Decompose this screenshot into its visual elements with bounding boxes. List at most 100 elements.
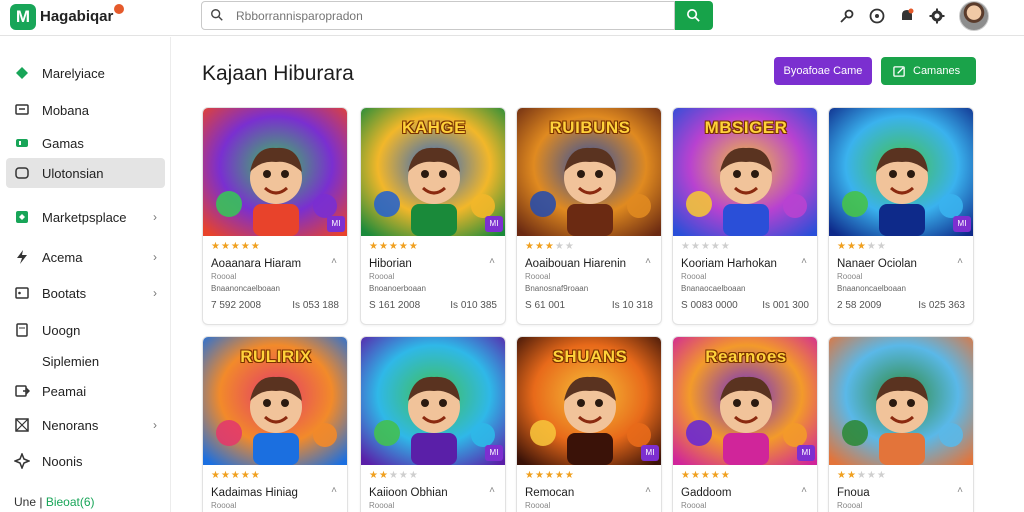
network-icon xyxy=(15,418,29,432)
game-logo-title: MBSIGER xyxy=(704,118,788,137)
game-title: Nanaer Ociolan xyxy=(837,258,917,270)
game-stat-left: 2 58 2009 xyxy=(837,300,882,311)
key-icon[interactable] xyxy=(838,7,856,25)
chevron-up-icon[interactable]: ˄ xyxy=(645,256,651,267)
game-card[interactable]: KAHGE MI ★★★★★ Hiborian Roooal Bnoanoerboaan S… xyxy=(360,107,506,325)
star-rating: ★★★★★ xyxy=(369,470,419,481)
game-thumbnail[interactable]: MI xyxy=(361,337,505,465)
sidebar-item-uoogn[interactable]: Uoogn xyxy=(6,315,165,345)
game-stat-left: 7 592 2008 xyxy=(211,300,262,311)
sidebar-item-active[interactable]: Ulotonsian xyxy=(6,158,165,188)
sidebar-item-label: Uoogn xyxy=(42,323,81,338)
game-thumbnail[interactable]: MBSIGER xyxy=(673,108,817,236)
chevron-up-icon[interactable]: ˄ xyxy=(957,256,963,267)
game-meta: Bnanosnaf9roaan xyxy=(525,284,589,293)
sidebar-item-games[interactable]: Gamas xyxy=(6,128,165,158)
button-label: Camanes xyxy=(913,65,961,77)
game-thumbnail[interactable]: KAHGE MI xyxy=(361,108,505,236)
game-stat-right: Is 025 363 xyxy=(918,300,965,311)
chevron-up-icon[interactable]: ˄ xyxy=(331,256,337,267)
game-thumbnail[interactable] xyxy=(829,337,973,465)
sidebar-item-mobana[interactable]: Mobana xyxy=(6,95,165,125)
chevron-up-icon[interactable]: ˄ xyxy=(331,485,337,496)
sidebar-item-bootats[interactable]: Bootats › xyxy=(6,278,165,308)
game-thumbnail[interactable]: Rearnoes MI xyxy=(673,337,817,465)
game-card[interactable]: MBSIGER ★★★★★ Kooriam Harhokan Roooal Bnanao… xyxy=(672,107,818,325)
game-subtitle: Roooal xyxy=(369,501,395,510)
game-logo-title: SHUANS xyxy=(552,347,628,366)
chevron-up-icon[interactable]: ˄ xyxy=(957,485,963,496)
star-rating: ★★★★★ xyxy=(211,241,261,252)
game-title: Hiborian xyxy=(369,258,412,270)
game-thumbnail[interactable]: RUIBUNS xyxy=(517,108,661,236)
sidebar-item-peamai[interactable]: Peamai xyxy=(6,376,165,406)
sidebar-item-label: Marketpsplace xyxy=(42,210,127,225)
game-meta: Bnaanoncaelboaan xyxy=(211,284,280,293)
logo-icon[interactable]: M xyxy=(10,4,36,30)
thumbnail-art xyxy=(361,337,505,465)
sidebar-item-label: Bootats xyxy=(42,286,87,301)
game-title: Kadaimas Hiniag xyxy=(211,487,298,499)
brand-name[interactable]: Hagabiqar xyxy=(40,8,113,25)
platform-badge: MI xyxy=(797,445,815,461)
sidebar-item-marketplace-2[interactable]: Marketpsplace › xyxy=(6,202,165,232)
clock-icon[interactable] xyxy=(868,7,886,25)
search-icon xyxy=(687,9,700,22)
sidebar-item-label: Peamai xyxy=(42,384,87,399)
edit-icon xyxy=(893,66,905,77)
game-stat-right: Is 053 188 xyxy=(292,300,339,311)
sidebar-item-label: Nenorans xyxy=(42,418,99,433)
game-card[interactable]: MI ★★★★★ Aoaanara Hiaram Roooal Bnaanoncaelb… xyxy=(202,107,348,325)
game-card[interactable]: SHUANS MI ★★★★★ Remocan Roooal ˄ xyxy=(516,336,662,512)
sidebar-item-acema[interactable]: Acema › xyxy=(6,242,165,272)
chevron-up-icon[interactable]: ˄ xyxy=(489,485,495,496)
search-button[interactable] xyxy=(675,1,713,30)
sidebar-item-label: Gamas xyxy=(42,136,84,151)
footer-link[interactable]: Bieoat(6) xyxy=(46,495,95,509)
gear-icon[interactable] xyxy=(928,7,946,25)
chevron-right-icon: › xyxy=(153,210,157,224)
star-rating: ★★★★★ xyxy=(837,241,887,252)
star-rating: ★★★★★ xyxy=(211,470,261,481)
gamepad-icon xyxy=(16,139,28,147)
game-subtitle: Roooal xyxy=(681,272,707,281)
platform-badge: MI xyxy=(953,216,971,232)
game-subtitle: Roooal xyxy=(525,501,551,510)
game-card[interactable]: MI ★★★★★ Nanaer Ociolan Roooal Bnaanoncaelbo… xyxy=(828,107,974,325)
game-card[interactable]: RUIBUNS ★★★★★ Aoaibouan Hiarenin Roooal Bnan… xyxy=(516,107,662,325)
search-input[interactable] xyxy=(236,6,656,26)
game-card[interactable]: RULIRIX ★★★★★ Kadaimas Hiniag Roooal ˄ xyxy=(202,336,348,512)
chevron-up-icon[interactable]: ˄ xyxy=(801,485,807,496)
game-card[interactable]: Rearnoes MI ★★★★★ Gaddoom Roooal ˄ xyxy=(672,336,818,512)
sidebar-item-noonis[interactable]: Noonis xyxy=(6,446,165,476)
game-thumbnail[interactable]: MI xyxy=(829,108,973,236)
sidebar-item-marketplace[interactable]: Marelyiace xyxy=(6,58,165,88)
game-thumbnail[interactable]: RULIRIX xyxy=(203,337,347,465)
game-card[interactable]: MI ★★★★★ Kaiioon Obhian Roooal ˄ xyxy=(360,336,506,512)
sidebar-item-label: Acema xyxy=(42,250,83,265)
primary-action-button[interactable]: Byoafoae Came xyxy=(774,57,872,85)
top-header: M Hagabiqar xyxy=(0,0,1024,36)
chevron-right-icon: › xyxy=(153,418,157,432)
monitor-icon xyxy=(15,104,29,115)
game-thumbnail[interactable]: MI xyxy=(203,108,347,236)
game-card[interactable]: ★★★★★ Fnoua Roooal ˄ xyxy=(828,336,974,512)
notification-dot xyxy=(114,4,124,14)
sidebar-item-siplemien[interactable]: Siplemien xyxy=(6,346,165,376)
sidebar-footer[interactable]: Une | Bieoat(6) xyxy=(14,495,95,509)
chevron-up-icon[interactable]: ˄ xyxy=(645,485,651,496)
game-meta: Bnaanoncaelboaan xyxy=(837,284,906,293)
platform-badge: MI xyxy=(641,445,659,461)
page-icon xyxy=(16,323,28,337)
diamond-icon xyxy=(16,67,28,79)
sidebar-item-nenorans[interactable]: Nenorans › xyxy=(6,410,165,440)
chevron-up-icon[interactable]: ˄ xyxy=(801,256,807,267)
game-thumbnail[interactable]: SHUANS MI xyxy=(517,337,661,465)
star-rating: ★★★★★ xyxy=(681,470,731,481)
sidebar-item-label: Ulotonsian xyxy=(42,166,104,181)
avatar[interactable] xyxy=(959,1,989,31)
thumbnail-art xyxy=(829,337,973,465)
chevron-up-icon[interactable]: ˄ xyxy=(489,256,495,267)
secondary-action-button[interactable]: Camanes xyxy=(881,57,976,85)
bell-icon[interactable] xyxy=(898,7,916,25)
